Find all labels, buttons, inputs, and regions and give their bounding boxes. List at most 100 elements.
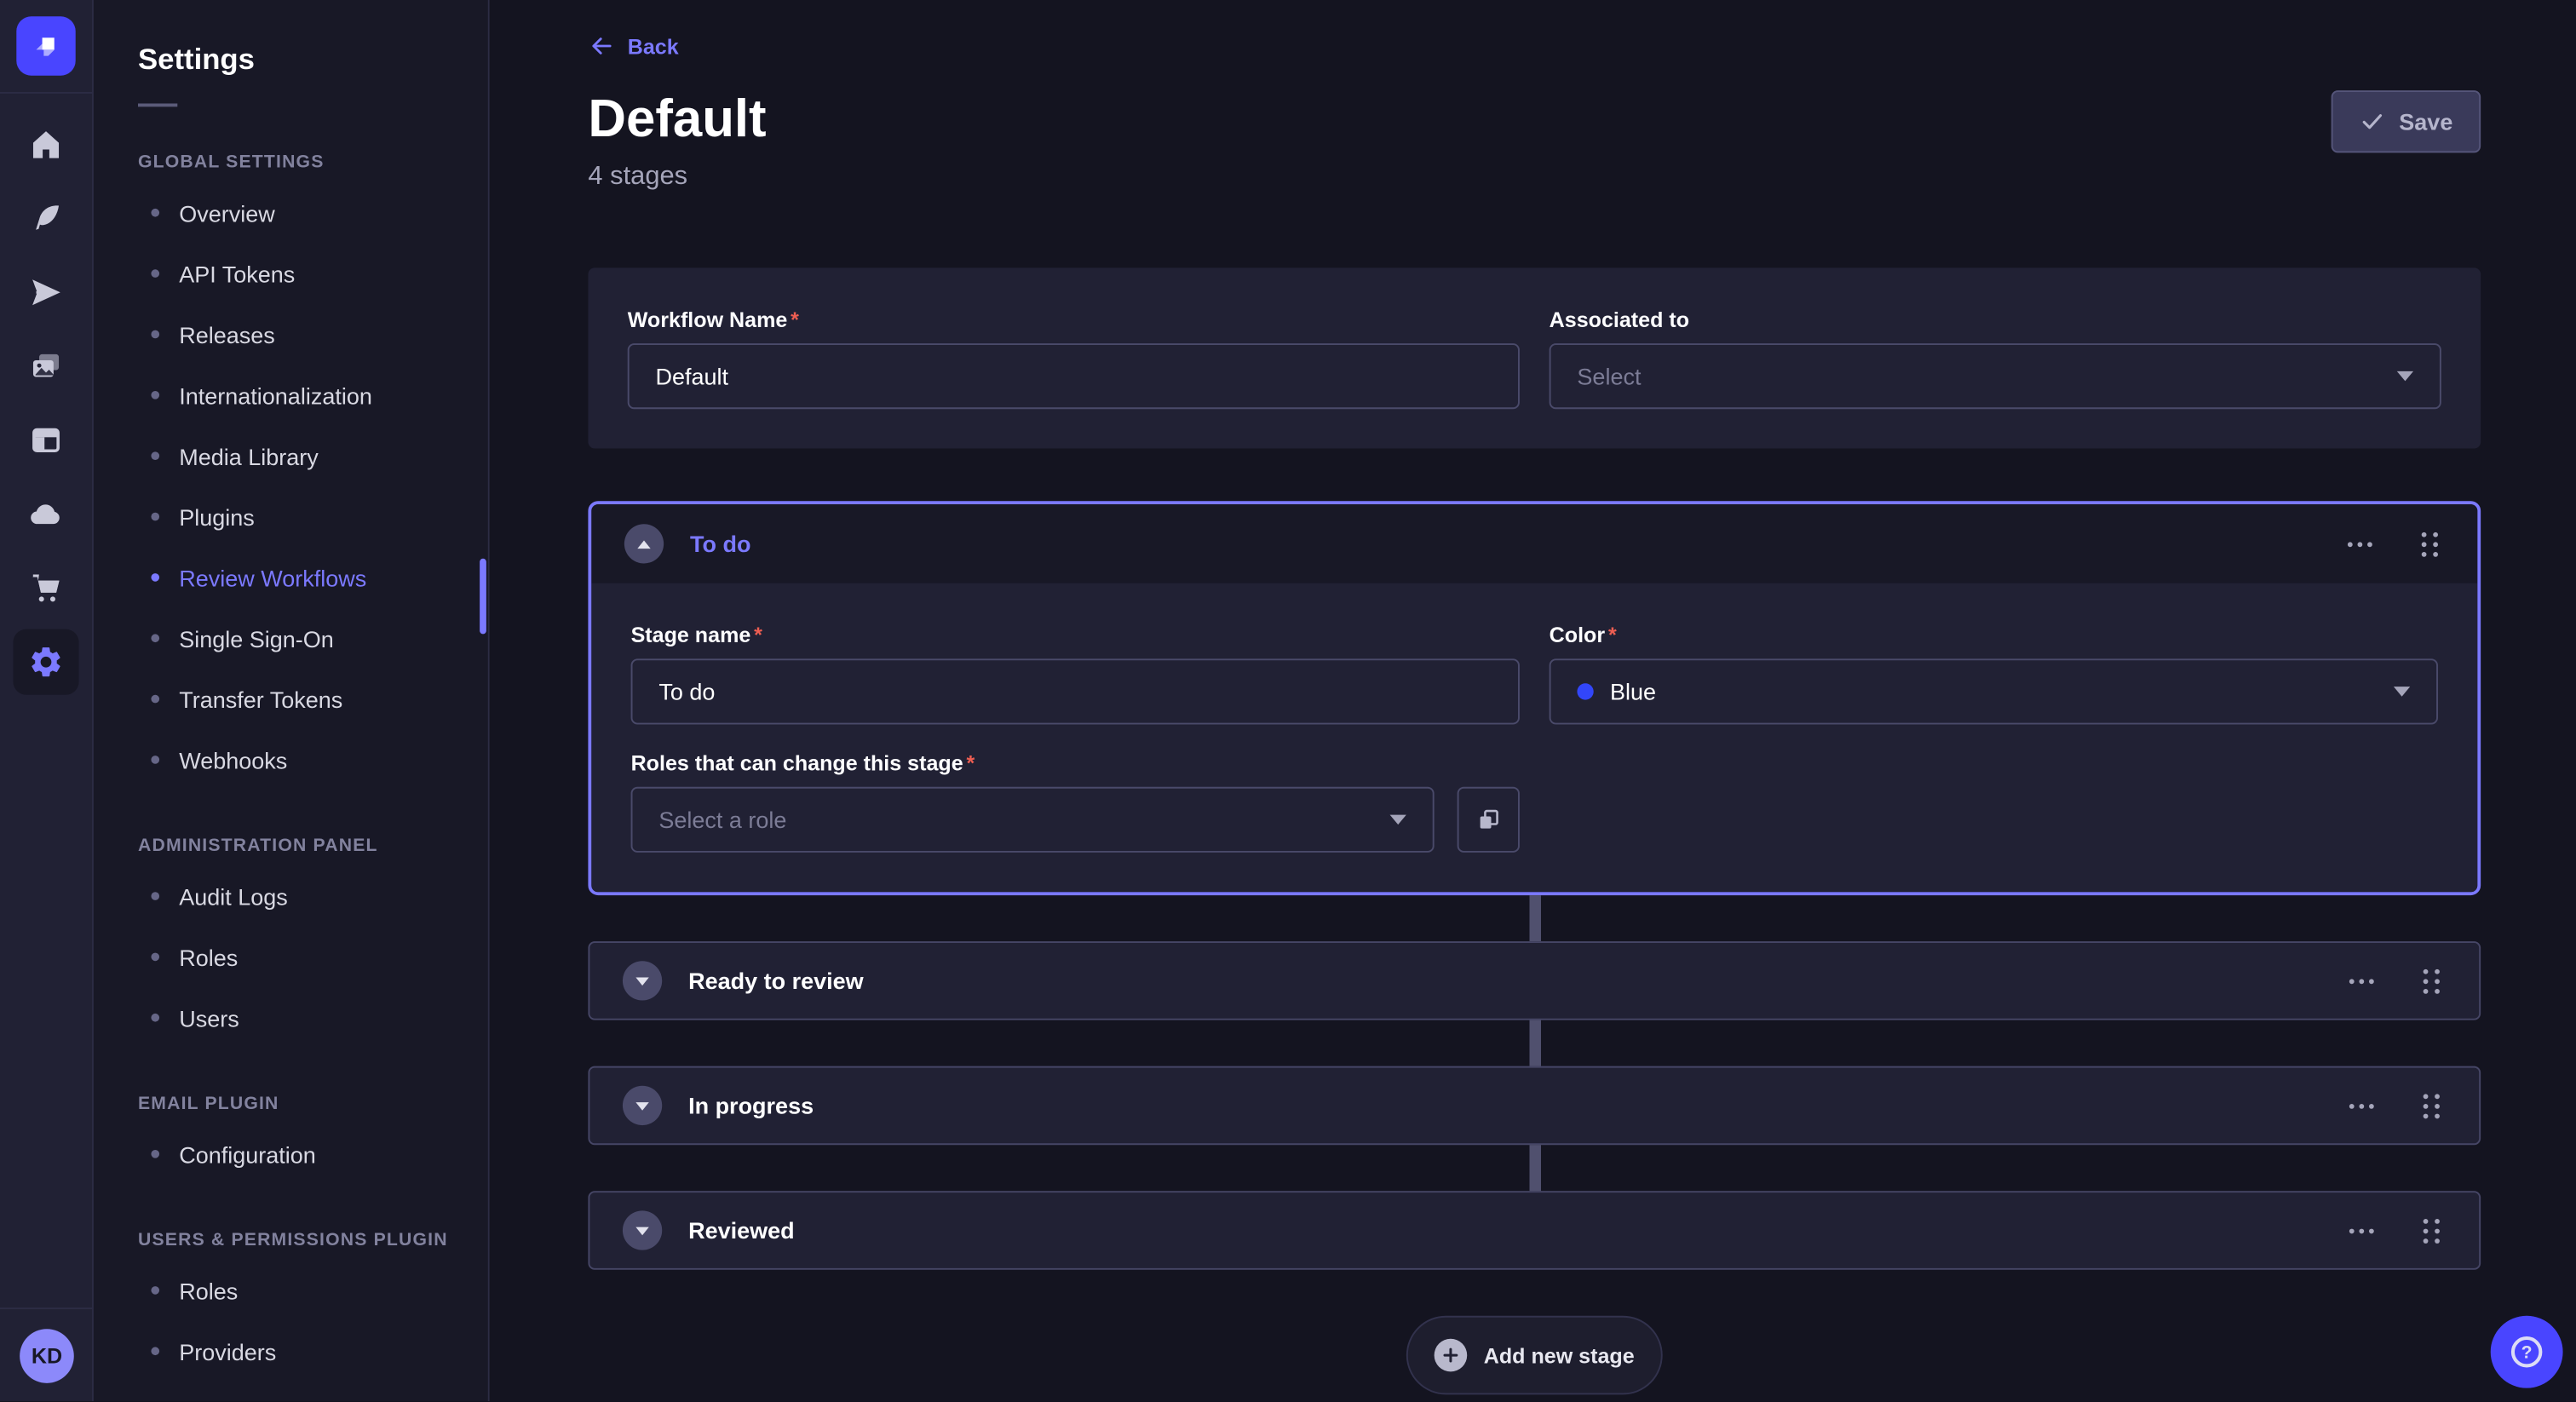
associated-to-select[interactable]: Select	[1550, 343, 2441, 409]
stage-card-reviewed: Reviewed	[588, 1191, 2481, 1270]
drag-handle-icon[interactable]	[2415, 525, 2445, 562]
deploy-send-icon[interactable]	[13, 260, 78, 325]
main-content: Back Default 4 stages Save Workflow Name…	[490, 0, 2576, 1401]
settings-gear-icon[interactable]	[13, 629, 78, 695]
marketplace-cart-icon[interactable]	[13, 555, 78, 621]
bullet-icon	[151, 1014, 159, 1022]
collapse-toggle-button[interactable]	[623, 1086, 662, 1125]
color-select[interactable]: Blue	[1550, 658, 2438, 724]
sidebar-item-webhooks[interactable]: Webhooks	[138, 729, 488, 790]
collapse-toggle-button[interactable]	[624, 524, 664, 563]
section-users-permissions-plugin: USERS & PERMISSIONS PLUGIN Roles Provide…	[138, 1230, 488, 1381]
sidebar-item-overview[interactable]: Overview	[138, 182, 488, 243]
content-type-builder-icon[interactable]	[13, 407, 78, 473]
subnav-title-rule	[138, 103, 177, 106]
help-button[interactable]: ?	[2491, 1316, 2563, 1388]
chevron-down-icon	[2397, 371, 2413, 382]
sidebar-item-providers[interactable]: Providers	[138, 1321, 488, 1382]
bullet-icon	[151, 391, 159, 399]
color-swatch	[1577, 683, 1593, 699]
workflow-form-card: Workflow Name* Associated to Select	[588, 267, 2481, 448]
collapse-toggle-button[interactable]	[623, 1210, 662, 1250]
question-mark-icon: ?	[2507, 1332, 2546, 1371]
rail-bottom-divider	[0, 1307, 94, 1309]
back-link[interactable]: Back	[588, 33, 678, 60]
workflow-name-input[interactable]	[628, 343, 1520, 409]
duplicate-roles-button[interactable]	[1458, 787, 1520, 853]
sidebar-item-single-sign-on[interactable]: Single Sign-On	[138, 608, 488, 669]
collapse-toggle-button[interactable]	[623, 961, 662, 1000]
add-new-stage-button[interactable]: Add new stage	[1406, 1316, 1663, 1395]
subnav-scrollbar-thumb[interactable]	[480, 559, 486, 635]
stage-name-input[interactable]	[631, 658, 1520, 724]
required-asterisk: *	[967, 750, 975, 777]
settings-subnav: Settings GLOBAL SETTINGS Overview API To…	[94, 0, 490, 1401]
check-icon	[2360, 108, 2386, 135]
stage-count: 4 stages	[588, 163, 766, 192]
cloud-icon[interactable]	[13, 481, 78, 547]
arrow-left-icon	[588, 33, 614, 60]
stage-options-menu-icon[interactable]	[2343, 1221, 2380, 1239]
sidebar-item-releases[interactable]: Releases	[138, 304, 488, 365]
bullet-icon	[151, 1347, 159, 1355]
stage-title: In progress	[688, 1092, 814, 1118]
section-label: ADMINISTRATION PANEL	[138, 836, 488, 856]
content-manager-feather-icon[interactable]	[13, 186, 78, 251]
sidebar-item-internationalization[interactable]: Internationalization	[138, 365, 488, 425]
section-administration-panel: ADMINISTRATION PANEL Audit Logs Roles Us…	[138, 836, 488, 1049]
drag-handle-icon[interactable]	[2417, 1211, 2447, 1249]
chevron-down-icon	[1390, 815, 1406, 825]
bullet-icon	[151, 451, 159, 460]
stage-connector	[1529, 895, 1541, 941]
copy-icon	[1475, 807, 1502, 833]
bullet-icon	[151, 269, 159, 278]
required-asterisk: *	[791, 307, 799, 334]
chevron-down-icon	[2394, 687, 2410, 697]
bullet-icon	[151, 892, 159, 900]
associated-to-label: Associated to	[1550, 307, 2441, 334]
sidebar-item-media-library[interactable]: Media Library	[138, 425, 488, 486]
section-label: USERS & PERMISSIONS PLUGIN	[138, 1230, 488, 1250]
sidebar-item-api-tokens[interactable]: API Tokens	[138, 243, 488, 303]
section-label: EMAIL PLUGIN	[138, 1094, 488, 1113]
stage-connector	[1529, 1020, 1541, 1066]
stage-card-ready-to-review: Ready to review	[588, 941, 2481, 1020]
stage-options-menu-icon[interactable]	[2343, 972, 2380, 990]
stage-header[interactable]: To do	[591, 504, 2477, 583]
drag-handle-icon[interactable]	[2417, 962, 2447, 999]
home-icon[interactable]	[13, 112, 78, 177]
media-library-icon[interactable]	[13, 333, 78, 399]
stage-options-menu-icon[interactable]	[2341, 535, 2378, 553]
sidebar-item-email-configuration[interactable]: Configuration	[138, 1123, 488, 1184]
sidebar-item-up-roles[interactable]: Roles	[138, 1260, 488, 1320]
chevron-down-icon	[635, 977, 648, 985]
stage-card-to-do: To do Stage name*	[588, 501, 2481, 895]
bullet-icon	[151, 209, 159, 217]
plus-icon	[1435, 1339, 1468, 1372]
sidebar-item-review-workflows[interactable]: Review Workflows	[138, 547, 488, 607]
bullet-icon	[151, 695, 159, 704]
user-avatar[interactable]: KD	[20, 1329, 74, 1383]
roles-select[interactable]: Select a role	[631, 787, 1435, 853]
color-label: Color*	[1550, 623, 2438, 649]
sidebar-item-users[interactable]: Users	[138, 987, 488, 1048]
sidebar-item-admin-roles[interactable]: Roles	[138, 927, 488, 987]
stages-list: To do Stage name*	[588, 501, 2481, 1394]
drag-handle-icon[interactable]	[2417, 1087, 2447, 1124]
strapi-logo[interactable]	[16, 16, 75, 75]
chevron-up-icon	[637, 540, 650, 549]
chevron-down-icon	[635, 1227, 648, 1235]
chevron-down-icon	[635, 1101, 648, 1110]
page-title: Default	[588, 87, 766, 149]
sidebar-item-transfer-tokens[interactable]: Transfer Tokens	[138, 669, 488, 729]
stage-name-label: Stage name*	[631, 623, 1520, 649]
bullet-icon	[151, 573, 159, 582]
bullet-icon	[151, 634, 159, 642]
sidebar-item-audit-logs[interactable]: Audit Logs	[138, 865, 488, 926]
stage-options-menu-icon[interactable]	[2343, 1096, 2380, 1114]
bullet-icon	[151, 513, 159, 521]
bullet-icon	[151, 1286, 159, 1295]
save-button[interactable]: Save	[2332, 90, 2481, 152]
stage-title: Ready to review	[688, 968, 864, 994]
sidebar-item-plugins[interactable]: Plugins	[138, 486, 488, 547]
